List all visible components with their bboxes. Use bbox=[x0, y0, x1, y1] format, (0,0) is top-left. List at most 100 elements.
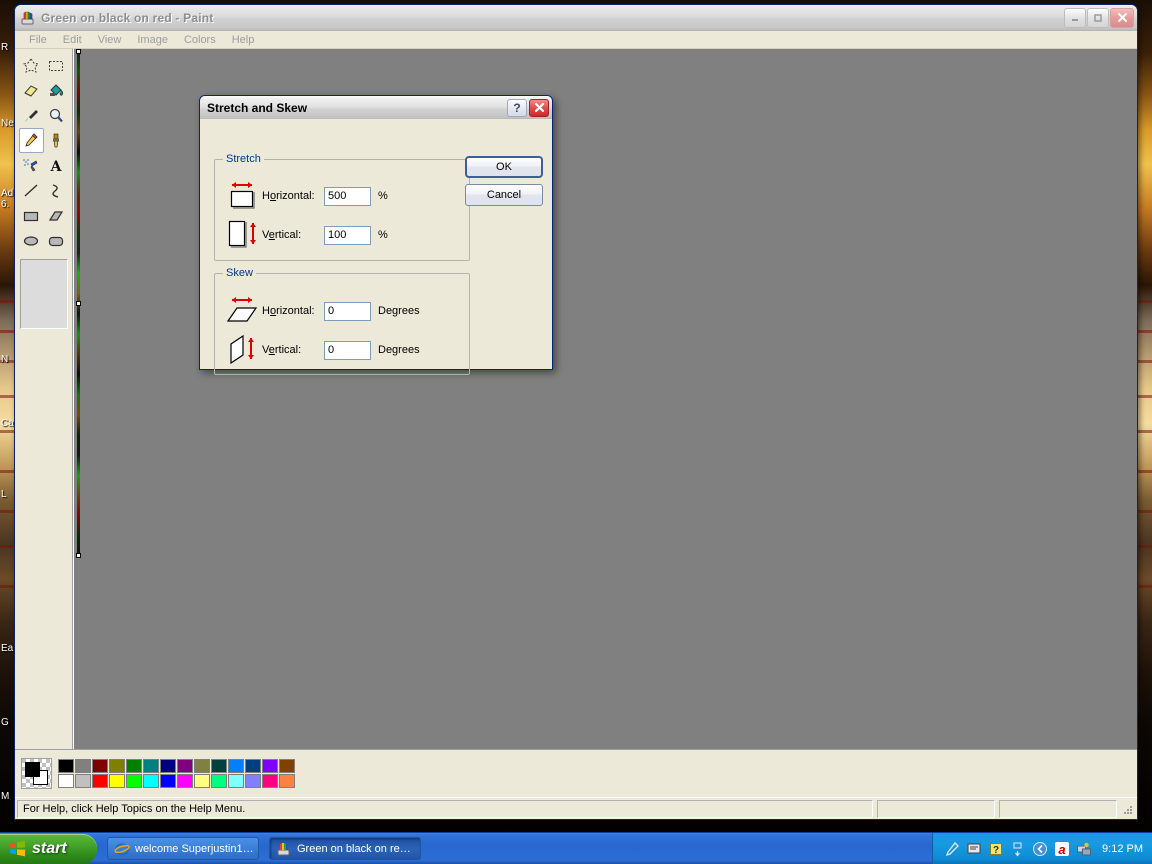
color-swatch bbox=[177, 758, 193, 773]
rectangle-select-tool[interactable] bbox=[44, 53, 69, 78]
stretch-vertical-label: Vertical: bbox=[262, 229, 302, 241]
skew-vertical-input[interactable] bbox=[324, 340, 371, 360]
free-form-select-tool[interactable] bbox=[19, 53, 44, 78]
dialog-close-button[interactable] bbox=[529, 98, 549, 117]
color-swatch bbox=[160, 773, 176, 788]
maximize-button[interactable] bbox=[1087, 7, 1109, 28]
skew-horizontal-row: Horizontal: Degrees bbox=[222, 293, 420, 329]
color-swatch bbox=[194, 758, 210, 773]
ok-button[interactable]: OK bbox=[465, 156, 543, 178]
desktop-icon-label: Ad bbox=[1, 188, 14, 199]
line-tool[interactable] bbox=[19, 178, 44, 203]
skew-horizontal-input[interactable] bbox=[324, 301, 371, 321]
rounded-rectangle-tool[interactable] bbox=[44, 228, 69, 253]
show-hidden-icon[interactable] bbox=[1010, 841, 1026, 857]
cancel-button[interactable]: Cancel bbox=[465, 184, 543, 206]
airbrush-tool[interactable] bbox=[19, 153, 44, 178]
statusbar: For Help, click Help Topics on the Help … bbox=[15, 797, 1137, 819]
windows-logo-icon bbox=[10, 840, 25, 857]
rectangle-tool[interactable] bbox=[19, 203, 44, 228]
status-panel-b bbox=[877, 799, 995, 818]
dialog-body: Stretch Horizontal: % bbox=[200, 119, 552, 375]
color-swatch bbox=[228, 773, 244, 788]
menu-help[interactable]: Help bbox=[224, 33, 263, 47]
palette-row-bottom bbox=[58, 773, 296, 789]
resize-grip-icon[interactable] bbox=[1119, 801, 1135, 817]
desktop-icon-label: Ne bbox=[1, 118, 14, 129]
ellipse-tool[interactable] bbox=[19, 228, 44, 253]
help-icon[interactable]: ? bbox=[988, 841, 1004, 857]
stretch-horizontal-input[interactable] bbox=[324, 186, 371, 206]
taskbar: start welcome Superjustin1… Green on bla… bbox=[0, 832, 1152, 864]
selection-handle bbox=[76, 49, 81, 54]
stretch-vertical-unit: % bbox=[378, 229, 388, 241]
color-swatch bbox=[279, 773, 295, 788]
text-tool[interactable]: A bbox=[44, 153, 69, 178]
work-area: A bbox=[15, 49, 1137, 749]
selection-handle bbox=[76, 301, 81, 306]
color-palette bbox=[15, 749, 1137, 797]
notes-icon[interactable] bbox=[966, 841, 982, 857]
antivirus-icon[interactable]: a bbox=[1054, 841, 1070, 857]
color-swatch bbox=[58, 773, 74, 788]
skew-vertical-unit: Degrees bbox=[378, 344, 420, 356]
color-swatch bbox=[245, 758, 261, 773]
palette-row-top bbox=[58, 758, 296, 774]
color-swatch bbox=[58, 758, 74, 773]
eraser-tool[interactable] bbox=[19, 78, 44, 103]
color-swatch bbox=[92, 758, 108, 773]
color-swatch bbox=[228, 758, 244, 773]
volume-icon[interactable] bbox=[1032, 841, 1048, 857]
desktop-icon-label: M bbox=[1, 791, 10, 802]
magnifier-tool[interactable] bbox=[44, 103, 69, 128]
paint-icon bbox=[276, 841, 292, 857]
skew-horizontal-unit: Degrees bbox=[378, 305, 420, 317]
minimize-button[interactable] bbox=[1064, 7, 1086, 28]
selection-handle bbox=[76, 553, 81, 558]
current-colors-indicator[interactable] bbox=[21, 758, 52, 789]
menubar: File Edit View Image Colors Help bbox=[15, 31, 1137, 49]
color-swatch bbox=[194, 773, 210, 788]
window-titlebar[interactable]: Green on black on red - Paint bbox=[15, 5, 1137, 31]
taskbar-button-label: Green on black on re… bbox=[297, 842, 411, 855]
menu-view[interactable]: View bbox=[90, 33, 130, 47]
desktop-icon-label: Ea bbox=[1, 643, 14, 654]
skew-horizontal-icon bbox=[222, 293, 262, 329]
polygon-tool[interactable] bbox=[44, 203, 69, 228]
status-panel-c bbox=[999, 799, 1117, 818]
foreground-color-swatch[interactable] bbox=[25, 762, 40, 777]
skew-vertical-label: Vertical: bbox=[262, 344, 302, 356]
svg-text:A: A bbox=[50, 159, 63, 175]
start-button[interactable]: start bbox=[0, 833, 97, 864]
desktop-icon-label: N bbox=[1, 354, 9, 365]
color-swatch bbox=[279, 758, 295, 773]
skew-vertical-row: Vertical: Degrees bbox=[222, 332, 420, 368]
pen-icon[interactable] bbox=[944, 841, 960, 857]
skew-horizontal-label: Horizontal: bbox=[262, 305, 315, 317]
color-swatch bbox=[92, 773, 108, 788]
help-button[interactable]: ? bbox=[507, 98, 527, 117]
brush-tool[interactable] bbox=[44, 128, 69, 153]
taskbar-button-ie[interactable]: welcome Superjustin1… bbox=[107, 837, 259, 860]
pick-color-tool[interactable] bbox=[19, 103, 44, 128]
desktop-icon-label: G bbox=[1, 717, 9, 728]
network-icon[interactable] bbox=[1076, 841, 1092, 857]
close-button[interactable] bbox=[1110, 7, 1134, 28]
menu-edit[interactable]: Edit bbox=[55, 33, 90, 47]
tray-clock[interactable]: 9:12 PM bbox=[1102, 843, 1143, 855]
stretch-horizontal-row: Horizontal: % bbox=[222, 178, 388, 214]
color-swatch bbox=[75, 773, 91, 788]
menu-colors[interactable]: Colors bbox=[176, 33, 224, 47]
curve-tool[interactable] bbox=[44, 178, 69, 203]
menu-file[interactable]: File bbox=[21, 33, 55, 47]
pencil-tool[interactable] bbox=[18, 128, 44, 153]
taskbar-button-paint[interactable]: Green on black on re… bbox=[269, 837, 421, 860]
fill-with-color-tool[interactable] bbox=[44, 78, 69, 103]
menu-image[interactable]: Image bbox=[129, 33, 176, 47]
color-swatch bbox=[160, 758, 176, 773]
color-swatch bbox=[262, 758, 278, 773]
stretch-vertical-input[interactable] bbox=[324, 225, 371, 245]
paint-icon bbox=[20, 10, 36, 26]
stretch-legend: Stretch bbox=[223, 153, 264, 165]
dialog-titlebar[interactable]: Stretch and Skew ? bbox=[200, 96, 552, 119]
